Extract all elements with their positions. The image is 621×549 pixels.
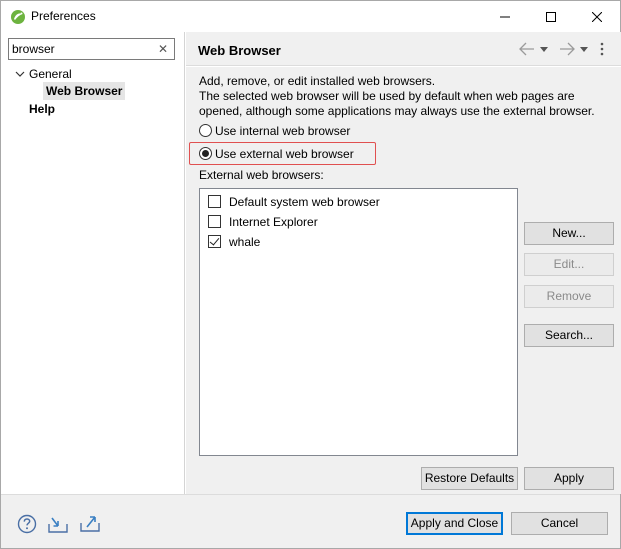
radio-label: Use external web browser — [215, 147, 354, 161]
maximize-button[interactable] — [528, 1, 574, 32]
window-title: Preferences — [31, 9, 96, 23]
forward-dropdown-icon[interactable] — [579, 42, 589, 56]
browser-name: Default system web browser — [229, 195, 380, 209]
browser-name: whale — [229, 235, 261, 249]
list-item[interactable]: Default system web browser — [208, 193, 380, 211]
minimize-button[interactable] — [482, 1, 528, 32]
maximize-icon — [546, 11, 556, 22]
tree-item-web-browser[interactable]: Web Browser — [43, 82, 126, 100]
page-header: Web Browser — [186, 32, 621, 66]
filter-input[interactable] — [12, 41, 152, 57]
radio-unchecked-icon[interactable] — [199, 124, 212, 138]
page-description: Add, remove, or edit installed web brows… — [199, 74, 609, 119]
clear-icon[interactable]: ✕ — [156, 42, 170, 56]
description-line-2: The selected web browser will be used by… — [199, 89, 595, 118]
search-button[interactable]: Search... — [524, 324, 614, 347]
filter-field[interactable]: ✕ — [8, 38, 175, 60]
apply-button[interactable]: Apply — [524, 467, 614, 490]
radio-label: Use internal web browser — [215, 124, 351, 138]
browser-name: Internet Explorer — [229, 215, 318, 229]
remove-button[interactable]: Remove — [524, 285, 614, 308]
list-item[interactable]: Internet Explorer — [208, 213, 318, 231]
checkbox-checked-icon[interactable] — [208, 235, 221, 249]
page-title: Web Browser — [198, 43, 281, 58]
checkbox-icon[interactable] — [208, 195, 221, 209]
close-button[interactable] — [574, 1, 620, 32]
page-content: Add, remove, or edit installed web brows… — [186, 67, 621, 494]
use-internal-browser-radio[interactable]: Use internal web browser — [199, 122, 350, 140]
cancel-button[interactable]: Cancel — [511, 512, 608, 535]
edit-button[interactable]: Edit... — [524, 253, 614, 276]
restore-defaults-button[interactable]: Restore Defaults — [421, 467, 518, 490]
eclipse-spring-icon — [11, 10, 25, 24]
chevron-down-icon[interactable] — [13, 65, 27, 83]
close-icon — [592, 11, 602, 22]
radio-checked-icon[interactable] — [199, 147, 212, 161]
title-bar: Preferences — [1, 1, 620, 32]
checkbox-icon[interactable] — [208, 215, 221, 229]
minimize-icon — [500, 16, 510, 17]
description-line-1: Add, remove, or edit installed web brows… — [199, 74, 436, 88]
import-preferences-icon[interactable] — [47, 514, 69, 534]
external-browsers-list[interactable]: Default system web browser Internet Expl… — [199, 188, 518, 456]
tree-item-label: General — [29, 67, 72, 81]
external-browsers-label: External web browsers: — [199, 168, 324, 182]
view-menu-icon[interactable] — [599, 41, 605, 57]
new-button[interactable]: New... — [524, 222, 614, 245]
export-preferences-icon[interactable] — [79, 513, 101, 533]
list-item[interactable]: whale — [208, 233, 260, 251]
back-dropdown-icon[interactable] — [539, 42, 549, 56]
forward-arrow-icon[interactable] — [559, 42, 575, 56]
preferences-window: Preferences ✕ General Web Browser Help W… — [0, 0, 621, 549]
tree-item-general[interactable]: General — [13, 65, 72, 83]
help-icon[interactable] — [17, 514, 37, 534]
apply-and-close-button[interactable]: Apply and Close — [406, 512, 503, 535]
use-external-browser-radio[interactable]: Use external web browser — [199, 145, 354, 163]
preference-page: Web Browser Add, remove, or edit install… — [186, 32, 621, 494]
tree-item-help[interactable]: Help — [29, 100, 55, 118]
preferences-tree-panel: ✕ General Web Browser Help — [1, 32, 185, 494]
back-arrow-icon[interactable] — [519, 42, 535, 56]
dialog-button-bar: Apply and Close Cancel — [1, 494, 620, 548]
